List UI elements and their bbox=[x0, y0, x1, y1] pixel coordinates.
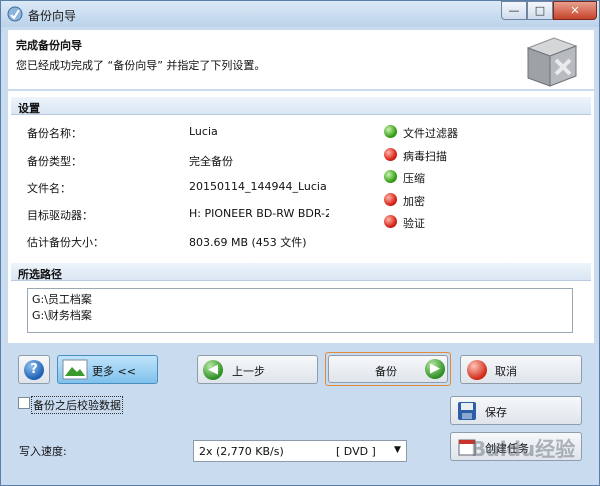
arrow-left-icon: ◀ bbox=[203, 360, 223, 380]
maximize-button[interactable]: □ bbox=[527, 1, 553, 20]
label-file-name: 文件名： bbox=[27, 182, 71, 195]
cancel-button-label: 取消 bbox=[495, 365, 517, 378]
path-item: G:\财务档案 bbox=[32, 309, 92, 322]
option-verify-label: 验证 bbox=[403, 217, 425, 230]
status-disabled-icon bbox=[384, 148, 397, 161]
option-file-filter-label: 文件过滤器 bbox=[403, 127, 458, 140]
value-backup-name: Lucia bbox=[189, 125, 218, 138]
status-disabled-icon bbox=[384, 215, 397, 228]
help-icon: ? bbox=[24, 360, 44, 380]
label-backup-name: 备份名称： bbox=[27, 127, 82, 140]
arrow-right-icon: ▶ bbox=[425, 359, 445, 379]
write-speed-value: 2x (2,770 KB/s) bbox=[199, 445, 284, 458]
header-title: 完成备份向导 bbox=[16, 39, 82, 52]
cancel-button[interactable]: 取消 bbox=[460, 355, 582, 384]
summary-panel: 设置 备份名称： Lucia 备份类型： 完全备份 文件名： 20150114_… bbox=[8, 91, 594, 343]
paths-section-title: 所选路径 bbox=[18, 268, 62, 281]
backup-wizard-window: 备份向导 — □ ✕ 完成备份向导 您已经成功完成了 “备份向导” 并指定了下列… bbox=[0, 0, 600, 486]
header-description: 您已经成功完成了 “备份向导” 并指定了下列设置。 bbox=[16, 59, 266, 72]
option-encryption-label: 加密 bbox=[403, 195, 425, 208]
previous-button[interactable]: ◀ 上一步 bbox=[197, 355, 318, 384]
watermark: Baidu经验 bbox=[471, 437, 576, 461]
backup-button-label: 备份 bbox=[375, 365, 397, 378]
value-file-name: 20150114_144944_Lucia bbox=[189, 180, 327, 193]
status-disabled-icon bbox=[384, 193, 397, 206]
previous-button-label: 上一步 bbox=[232, 365, 265, 378]
help-button[interactable]: ? bbox=[18, 355, 50, 384]
backup-box-icon bbox=[526, 37, 578, 87]
settings-section-header: 设置 bbox=[11, 97, 591, 115]
checkbox-box[interactable] bbox=[18, 397, 30, 409]
status-enabled-icon bbox=[384, 125, 397, 138]
save-button-label: 保存 bbox=[485, 406, 507, 419]
label-estimated-size: 估计备份大小： bbox=[27, 236, 104, 249]
label-target-drive: 目标驱动器： bbox=[27, 209, 93, 222]
paths-section-header: 所选路径 bbox=[11, 263, 591, 281]
status-enabled-icon bbox=[384, 170, 397, 183]
label-backup-type: 备份类型： bbox=[27, 155, 82, 168]
backup-button[interactable]: 备份 ▶ bbox=[325, 352, 451, 386]
save-button[interactable]: 保存 bbox=[450, 396, 582, 425]
option-compression-label: 压缩 bbox=[403, 172, 425, 185]
more-button[interactable]: 更多 << bbox=[57, 355, 158, 384]
window-title: 备份向导 bbox=[28, 9, 77, 23]
option-virus-scan-label: 病毒扫描 bbox=[403, 150, 447, 163]
write-speed-select[interactable]: 2x (2,770 KB/s) [ DVD ] ▼ bbox=[193, 440, 407, 462]
stop-hand-icon bbox=[467, 360, 487, 380]
settings-section-title: 设置 bbox=[18, 102, 40, 115]
floppy-disk-icon bbox=[458, 402, 476, 420]
selected-paths-list[interactable]: G:\员工档案 G:\财务档案 bbox=[27, 288, 573, 333]
close-button[interactable]: ✕ bbox=[553, 1, 597, 20]
value-target-drive: H: PIONEER BD-RW BDR-2 bbox=[189, 207, 329, 220]
wizard-header: 完成备份向导 您已经成功完成了 “备份向导” 并指定了下列设置。 bbox=[8, 30, 594, 89]
value-estimated-size: 803.69 MB (453 文件) bbox=[189, 236, 307, 249]
write-speed-label: 写入速度: bbox=[19, 445, 67, 458]
more-options-icon bbox=[62, 359, 88, 380]
path-item: G:\员工档案 bbox=[32, 293, 92, 306]
app-icon bbox=[7, 6, 23, 22]
value-backup-type: 完全备份 bbox=[189, 155, 233, 168]
verify-checkbox-label: 备份之后校验数据 bbox=[31, 396, 123, 414]
minimize-button[interactable]: — bbox=[501, 1, 527, 20]
media-type-value: [ DVD ] bbox=[336, 445, 376, 458]
dropdown-arrow-icon: ▼ bbox=[394, 445, 401, 455]
title-bar[interactable]: 备份向导 — □ ✕ bbox=[1, 1, 599, 27]
more-button-label: 更多 << bbox=[92, 365, 136, 378]
